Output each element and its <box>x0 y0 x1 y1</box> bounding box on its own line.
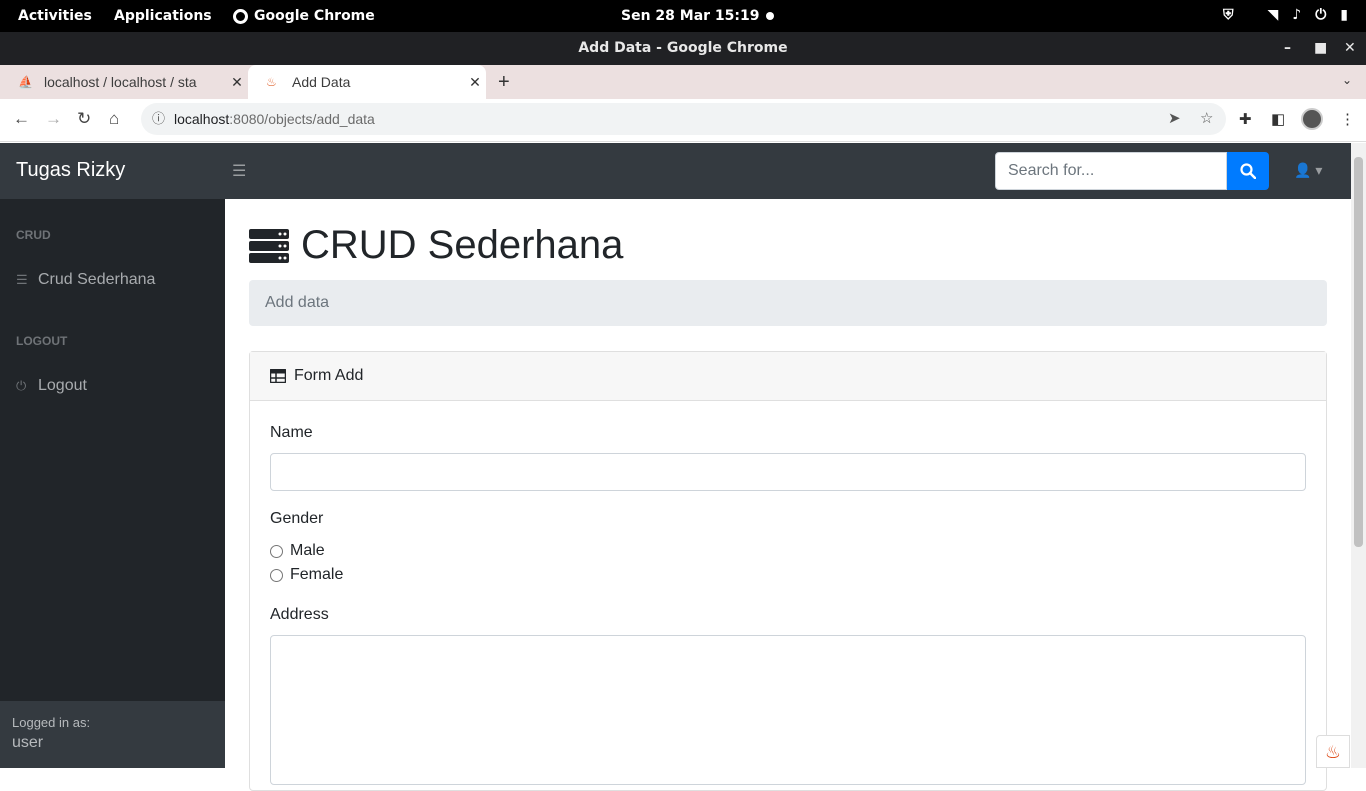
name-input[interactable] <box>270 453 1306 491</box>
table-icon <box>270 369 286 383</box>
logged-in-user: user <box>12 734 44 751</box>
battery-icon: ▮ <box>1340 7 1348 23</box>
system-tray[interactable]: ⛨ ◥ ♪ ⏻ ▮ <box>1223 7 1348 23</box>
tab-phpmyadmin[interactable]: ⛵ localhost / localhost / sta ✕ <box>0 65 248 99</box>
sidebar-heading-logout: LOGOUT <box>16 334 68 348</box>
maximize-icon[interactable]: ■ <box>1314 32 1327 65</box>
codeigniter-debug-icon[interactable]: ♨ <box>1316 735 1350 768</box>
address-textarea[interactable] <box>270 635 1306 785</box>
power-icon: ⏻ <box>16 378 27 393</box>
gender-radio-male[interactable]: Male <box>270 542 325 560</box>
side-panel-icon[interactable]: ◧ <box>1271 110 1285 128</box>
main-content: CRUD Sederhana Add data Form Add Name Ge… <box>225 199 1351 791</box>
send-icon[interactable]: ➤ <box>1168 103 1181 135</box>
kebab-menu-icon[interactable]: ⋮ <box>1340 110 1355 128</box>
user-menu[interactable]: 👤 ▾ <box>1294 162 1322 179</box>
server-icon <box>249 228 289 263</box>
radio-circle[interactable] <box>270 568 283 582</box>
page-scrollbar[interactable] <box>1351 143 1366 768</box>
address-bar[interactable]: ⓘ localhost:8080/objects/add_data ➤ ☆ <box>141 103 1226 135</box>
user-icon: 👤 <box>1294 162 1312 178</box>
sidebar-heading-crud: CRUD <box>16 228 51 242</box>
extensions-icon[interactable]: ✚ <box>1239 110 1252 128</box>
shield-icon: ⛨ <box>1222 7 1234 23</box>
new-tab-button[interactable]: + <box>498 71 510 94</box>
page-title: CRUD Sederhana <box>249 223 623 268</box>
home-icon[interactable]: ⌂ <box>109 109 119 129</box>
search-button[interactable] <box>1227 152 1269 190</box>
info-icon[interactable]: ⓘ <box>152 103 165 135</box>
sidebar-footer: Logged in as: user <box>0 701 225 768</box>
sidebar-item-crud-sederhana[interactable]: ☰ Crud Sederhana <box>16 271 155 289</box>
browser-toolbar: ← → ↻ ⌂ ⓘ localhost:8080/objects/add_dat… <box>0 99 1366 142</box>
web-page: Tugas Rizky ☰ 👤 ▾ CRUD ☰ Crud Sederhana … <box>0 143 1366 791</box>
search-icon <box>1240 163 1256 179</box>
window-titlebar: Add Data - Google Chrome – ■ ✕ <box>0 32 1366 65</box>
applications-menu[interactable]: Applications <box>114 8 212 24</box>
chrome-icon <box>233 8 248 24</box>
brand[interactable]: Tugas Rizky <box>16 159 125 182</box>
menu-toggle-icon[interactable]: ☰ <box>232 161 246 181</box>
power-icon: ⏻ <box>1315 7 1327 23</box>
os-topbar: Activities Applications Google Chrome Se… <box>0 0 1366 32</box>
search-input[interactable] <box>995 152 1227 190</box>
logged-in-label: Logged in as: <box>12 715 91 730</box>
activities-button[interactable]: Activities <box>18 8 92 24</box>
scrollbar-thumb[interactable] <box>1354 157 1363 547</box>
profile-avatar[interactable] <box>1301 108 1323 130</box>
reload-icon[interactable]: ↻ <box>77 109 91 129</box>
app-navbar: Tugas Rizky ☰ 👤 ▾ <box>0 143 1351 199</box>
app-menu[interactable]: Google Chrome <box>233 8 375 24</box>
address-label: Address <box>270 606 329 623</box>
back-icon[interactable]: ← <box>13 109 30 129</box>
forward-icon[interactable]: → <box>45 109 62 129</box>
breadcrumb: Add data <box>249 280 1327 326</box>
caret-down-icon: ▾ <box>1315 162 1323 178</box>
form-card: Form Add Name Gender Male Female Address <box>249 351 1327 791</box>
star-icon[interactable]: ☆ <box>1200 103 1213 135</box>
name-label: Name <box>270 424 313 441</box>
tab-strip: ⛵ localhost / localhost / sta ✕ ♨ Add Da… <box>0 65 1366 99</box>
tab-close-icon[interactable]: ✕ <box>464 74 486 91</box>
minimize-icon[interactable]: – <box>1284 32 1291 65</box>
close-icon[interactable]: ✕ <box>1344 32 1356 65</box>
chevron-down-icon[interactable]: ⌄ <box>1342 73 1352 87</box>
phpmyadmin-icon: ⛵ <box>18 75 33 89</box>
volume-icon: ♪ <box>1292 7 1302 23</box>
card-header: Form Add <box>250 352 1326 401</box>
sidebar-item-logout[interactable]: ⏻ Logout <box>16 377 87 395</box>
sidebar: CRUD ☰ Crud Sederhana LOGOUT ⏻ Logout Lo… <box>0 199 225 768</box>
notification-dot <box>766 12 774 20</box>
tab-close-icon[interactable]: ✕ <box>226 74 248 91</box>
table-icon: ☰ <box>16 272 28 287</box>
gender-label: Gender <box>270 510 324 527</box>
clock[interactable]: Sen 28 Mar 15:19 <box>621 8 760 24</box>
window-title: Add Data - Google Chrome <box>578 40 788 56</box>
tab-add-data[interactable]: ♨ Add Data ✕ <box>248 65 486 99</box>
gender-radio-female[interactable]: Female <box>270 566 343 584</box>
wifi-icon: ◥ <box>1267 7 1279 23</box>
radio-circle[interactable] <box>270 544 283 558</box>
codeigniter-flame-icon: ♨ <box>266 75 277 89</box>
